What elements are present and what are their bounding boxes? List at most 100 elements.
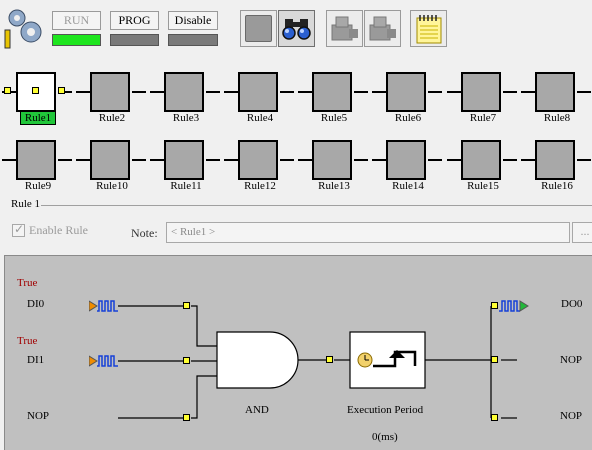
rule-left-connector <box>4 87 11 94</box>
di0-connector[interactable] <box>183 302 190 309</box>
rule-label: Rule11 <box>170 180 202 192</box>
and-gate-label: AND <box>245 404 269 416</box>
rule-block-icon <box>90 72 130 112</box>
rule-block-icon <box>238 140 278 180</box>
rule-block-icon <box>238 72 278 112</box>
di1-label[interactable]: DI1 <box>27 354 44 366</box>
rule-label: Rule14 <box>392 180 424 192</box>
rule-output-pin <box>428 91 442 93</box>
rule-block-7[interactable]: Rule7 <box>446 60 520 126</box>
rule-label: Rule7 <box>469 112 497 124</box>
rule-output-pin <box>428 159 442 161</box>
rule-label: Rule15 <box>467 180 499 192</box>
download-icon <box>369 16 396 41</box>
rule-block-14[interactable]: Rule14 <box>371 128 445 194</box>
rule-output-pin <box>206 91 220 93</box>
rule-label: Rule13 <box>318 180 350 192</box>
rule-right-connector <box>58 87 65 94</box>
execution-period-label: Execution Period <box>347 404 424 416</box>
rule-input-pin <box>76 91 90 93</box>
rule-block-10[interactable]: Rule10 <box>75 128 149 194</box>
di0-state: True <box>17 277 38 289</box>
rule-block-icon <box>312 72 352 112</box>
rule-input-pin <box>298 91 312 93</box>
rule-block-8[interactable]: Rule8 <box>520 60 592 126</box>
rule-block-2[interactable]: Rule2 <box>75 60 149 126</box>
rule-input-pin <box>76 159 90 161</box>
download-button[interactable] <box>364 10 401 47</box>
enable-rule-label: Enable Rule <box>29 223 88 237</box>
rule-block-9[interactable]: Rule9 <box>1 128 75 194</box>
run-button[interactable]: RUN <box>52 11 101 30</box>
rule-label: Rule5 <box>320 112 348 124</box>
di1-pulse-icon <box>88 354 119 371</box>
rule-block-icon <box>90 140 130 180</box>
enable-rule-row[interactable]: Enable Rule <box>12 222 88 238</box>
prog-button[interactable]: PROG <box>110 11 159 30</box>
rule-output-pin <box>577 159 591 161</box>
note-field[interactable]: < Rule1 > <box>166 222 570 243</box>
rule-block-icon <box>312 140 352 180</box>
nop-output-label-2[interactable]: NOP <box>560 410 582 422</box>
logic-diagram: True DI0 True DI1 NOP AND Execution Peri… <box>4 255 592 450</box>
rule-block-icon <box>164 72 204 112</box>
monitor-button[interactable] <box>278 10 315 47</box>
rule-input-pin <box>447 159 461 161</box>
rule-output-pin <box>503 91 517 93</box>
binoculars-icon <box>282 19 311 40</box>
rule-block-6[interactable]: Rule6 <box>371 60 445 126</box>
rule-label: Rule2 <box>98 112 126 124</box>
rule-block-icon <box>461 140 501 180</box>
rule-label: Rule3 <box>172 112 200 124</box>
rule-block-5[interactable]: Rule5 <box>297 60 371 126</box>
rule-block-icon <box>16 140 56 180</box>
settings-gear-icon[interactable] <box>3 6 47 50</box>
rule-output-pin <box>132 91 146 93</box>
disable-button[interactable]: Disable <box>168 11 218 30</box>
diagram-wires <box>118 305 517 419</box>
rule-block-11[interactable]: Rule11 <box>149 128 223 194</box>
note-browse-button[interactable]: ... <box>572 222 592 243</box>
notepad-button[interactable] <box>410 10 447 47</box>
enable-rule-checkbox[interactable] <box>12 222 25 237</box>
notepad-icon <box>416 15 442 44</box>
and-gate-shape <box>216 331 299 389</box>
do0-connector[interactable] <box>491 302 498 309</box>
rule-input-pin <box>447 91 461 93</box>
group-divider <box>36 205 592 206</box>
rule-block-icon <box>535 140 575 180</box>
stop-square-icon <box>245 15 272 42</box>
rule-block-icon <box>386 72 426 112</box>
do0-label[interactable]: DO0 <box>561 298 582 310</box>
rule-output-pin <box>354 91 368 93</box>
prog-status-bar <box>110 34 159 46</box>
rule-output-pin <box>206 159 220 161</box>
execution-period-value: 0(ms) <box>372 431 398 443</box>
nop-input-label[interactable]: NOP <box>27 410 49 422</box>
rule-input-pin <box>150 91 164 93</box>
stop-square-button[interactable] <box>240 10 277 47</box>
rule-label: Rule12 <box>244 180 276 192</box>
nop-output-connector-2[interactable] <box>491 414 498 421</box>
rule-block-15[interactable]: Rule15 <box>446 128 520 194</box>
rule-block-4[interactable]: Rule4 <box>223 60 297 126</box>
rule-output-pin <box>280 91 294 93</box>
nop-input-connector[interactable] <box>183 414 190 421</box>
gate-output-connector[interactable] <box>326 356 333 363</box>
rule-group-title: Rule 1 <box>10 198 42 210</box>
di1-connector[interactable] <box>183 357 190 364</box>
rule-block-1[interactable]: Rule1 <box>1 60 75 126</box>
upload-button[interactable] <box>326 10 363 47</box>
rule-output-pin <box>577 91 591 93</box>
nop-output-label-1[interactable]: NOP <box>560 354 582 366</box>
rule-block-13[interactable]: Rule13 <box>297 128 371 194</box>
di1-state: True <box>17 335 38 347</box>
rule-block-icon <box>461 72 501 112</box>
rule-output-pin <box>354 159 368 161</box>
di0-label[interactable]: DI0 <box>27 298 44 310</box>
rule-block-12[interactable]: Rule12 <box>223 128 297 194</box>
rule-block-3[interactable]: Rule3 <box>149 60 223 126</box>
nop-output-connector-1[interactable] <box>491 356 498 363</box>
rule-block-16[interactable]: Rule16 <box>520 128 592 194</box>
rule-input-pin <box>372 91 386 93</box>
